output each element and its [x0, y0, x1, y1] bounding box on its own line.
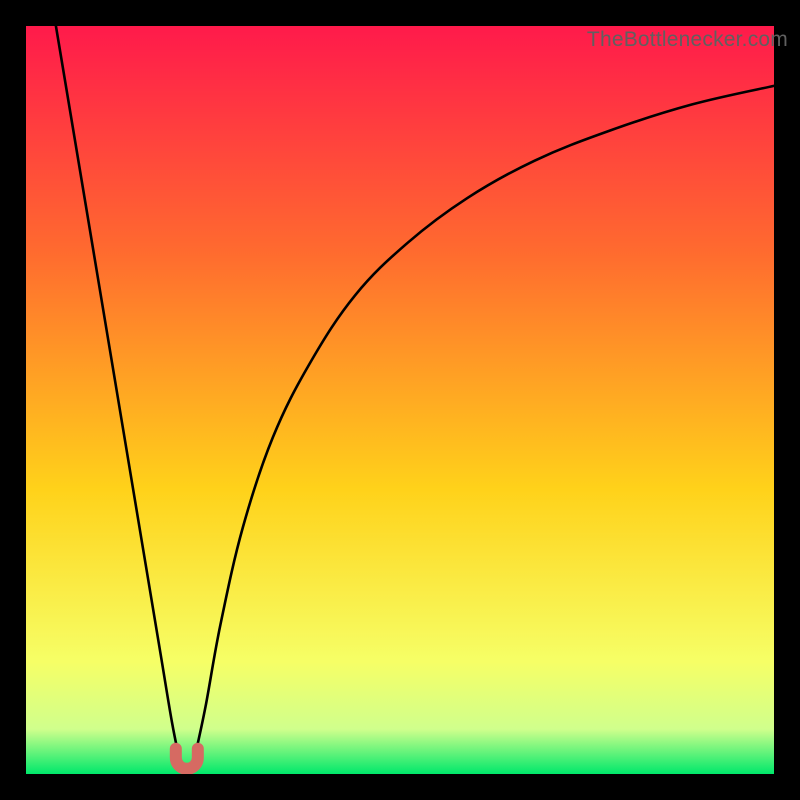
plot-area	[26, 26, 774, 774]
chart-frame: TheBottlenecker.com	[0, 0, 800, 800]
chart-svg	[26, 26, 774, 774]
gradient-background	[26, 26, 774, 774]
watermark-text: TheBottlenecker.com	[587, 28, 788, 52]
